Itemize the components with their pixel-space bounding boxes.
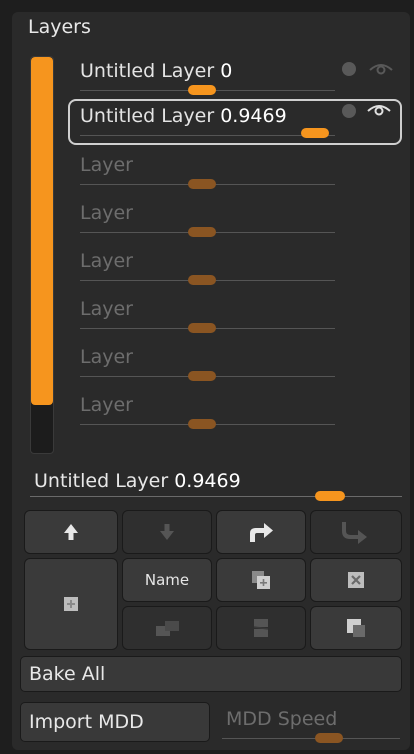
copy-layer-button[interactable] [310,606,402,650]
layer-value: 0 [220,60,233,82]
layer-opacity-slider-thumb[interactable] [188,371,217,381]
current-layer-label: Untitled Layer 0.9469 [34,470,241,492]
bake-all-label: Bake All [29,663,106,685]
current-layer-value: 0.9469 [174,470,241,492]
delete-icon [348,572,364,588]
merge-down-button[interactable] [122,606,212,650]
layer-row[interactable]: Layer [70,342,400,386]
layer-row[interactable]: Layer [70,198,400,242]
layer-opacity-slider-thumb[interactable] [188,179,217,189]
move-layer-up-button[interactable] [24,510,118,554]
layer-name-text: Layer [80,250,133,272]
layer-strength-bar[interactable] [30,56,54,454]
mdd-speed-slider-thumb[interactable] [314,733,343,743]
layer-name-text: Layer [80,346,133,368]
new-layer-icon [64,597,78,611]
panel-title: Layers [28,16,91,38]
delete-layer-button[interactable] [310,558,402,602]
layer-row[interactable]: Untitled Layer 0.9469 [68,99,402,145]
current-layer-name: Untitled Layer [34,470,169,492]
layer-opacity-slider-thumb[interactable] [188,419,217,429]
layer-name: Layer [80,298,133,320]
layer-opacity-slider-thumb[interactable] [188,275,217,285]
arrow-up-icon [64,524,78,540]
layer-record-dot-icon[interactable] [342,62,356,76]
layer-opacity-slider-thumb[interactable] [188,323,217,333]
layer-name: Layer [80,154,133,176]
current-layer-slider-thumb[interactable] [315,491,346,501]
layer-name-text: Layer [80,298,133,320]
layer-name-text: Untitled Layer [80,105,215,127]
merge-down-icon [156,621,179,636]
layer-opacity-slider-thumb[interactable] [188,85,217,95]
layer-name: Layer [80,250,133,272]
layer-opacity-slider-track[interactable] [80,135,335,136]
duplicate-icon [252,571,270,589]
mdd-speed-label: MDD Speed [226,708,338,730]
layer-opacity-slider-thumb[interactable] [188,227,217,237]
arrow-down-icon [160,524,174,540]
import-mdd-label: Import MDD [29,711,144,733]
split-icon [253,619,269,637]
layer-value: 0.9469 [220,105,287,127]
layer-name: Untitled Layer 0 [80,60,232,82]
turn-down-right-icon [342,522,367,544]
move-layer-down-button[interactable] [122,510,212,554]
layer-row[interactable]: Untitled Layer 0 [70,56,400,100]
layer-name-text: Layer [80,202,133,224]
name-button-label: Name [144,571,190,589]
duplicate-layer-button[interactable] [216,558,306,602]
layer-row[interactable]: Layer [70,246,400,290]
mdd-speed-slider-track[interactable] [222,738,400,739]
name-button[interactable]: Name [122,558,212,602]
layer-visibility-eye-icon[interactable] [368,62,394,76]
layer-name: Layer [80,346,133,368]
current-layer-slider-track[interactable] [30,496,402,497]
transfer-down-button[interactable] [310,510,402,554]
import-mdd-button[interactable]: Import MDD [20,702,210,742]
split-layer-button[interactable] [216,606,306,650]
layer-row[interactable]: Layer [70,150,400,194]
layer-row[interactable]: Layer [70,294,400,338]
layer-name: Layer [80,202,133,224]
layer-row[interactable]: Layer [70,390,400,434]
turn-right-icon [250,523,273,542]
new-layer-button[interactable] [24,558,118,650]
layer-strength-fill [31,57,53,406]
layer-name: Untitled Layer 0.9469 [80,105,287,127]
layer-visibility-eye-icon[interactable] [366,103,392,117]
bake-all-button[interactable]: Bake All [20,656,402,692]
layer-name-text: Untitled Layer [80,60,215,82]
copy-icon [347,619,365,637]
layer-name-text: Layer [80,394,133,416]
layer-name: Layer [80,394,133,416]
transfer-up-button[interactable] [216,510,306,554]
layer-opacity-slider-thumb[interactable] [300,128,329,138]
layer-record-dot-icon[interactable] [342,104,356,118]
layer-name-text: Layer [80,154,133,176]
